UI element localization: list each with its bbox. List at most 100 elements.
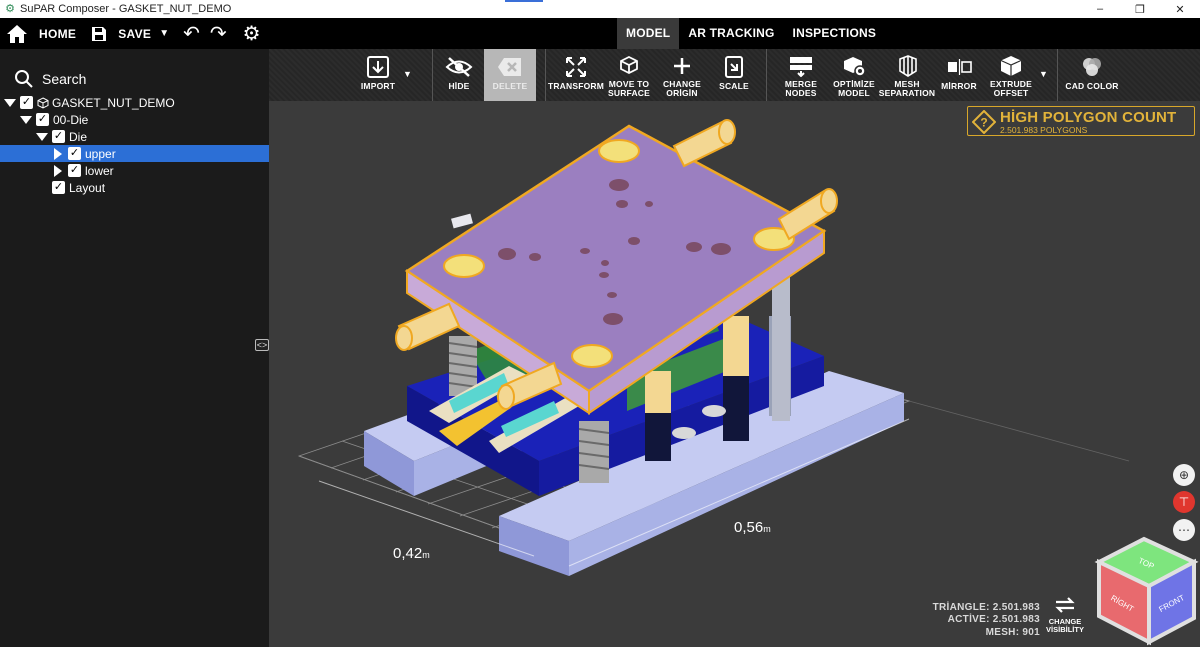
tree-item-gasket-nut-demo[interactable]: ✓ GASKET_NUT_DEMO: [0, 94, 269, 111]
snap-grid-button[interactable]: ⊕: [1173, 464, 1195, 486]
change-origin-button[interactable]: CHANGE ORİGİN: [658, 49, 706, 101]
die-model-render[interactable]: [269, 101, 1200, 647]
title-bar: ⚙ SuPAR Composer - GASKET_NUT_DEMO – ❐ ✕: [0, 0, 1200, 18]
visibility-checkbox[interactable]: ✓: [36, 113, 49, 126]
color-circles-icon: [1083, 58, 1101, 76]
visibility-checkbox[interactable]: ✓: [20, 96, 33, 109]
search-box[interactable]: Search: [14, 69, 86, 89]
scale-label: SCALE: [719, 81, 749, 91]
visibility-checkbox[interactable]: ✓: [52, 130, 65, 143]
import-button[interactable]: IMPORT: [357, 49, 399, 101]
move-to-surface-icon: [620, 55, 638, 75]
import-icon: [367, 56, 389, 78]
search-placeholder: Search: [42, 71, 87, 87]
visibility-checkbox[interactable]: ✓: [68, 147, 81, 160]
optimize-model-button[interactable]: OPTİMİZE MODEL: [829, 49, 879, 101]
expand-toggle-icon[interactable]: [4, 98, 16, 107]
minimize-button[interactable]: –: [1080, 0, 1120, 18]
save-label: SAVE: [118, 26, 152, 41]
model-toolbar: IMPORT ▼ HİDE DELETE TRANSFORM MOVE TO S…: [269, 49, 1200, 101]
view-cube[interactable]: TOP RİGHT FRONT: [1094, 534, 1200, 647]
tab-ar-tracking[interactable]: AR TRACKING: [679, 18, 783, 49]
tree-item-label: lower: [85, 163, 114, 178]
change-visibility-button[interactable]: CHANGE VİSİBİLİTY: [1041, 594, 1089, 634]
mesh-separation-button[interactable]: MESH SEPARATION: [879, 49, 935, 101]
swap-arrows-icon: [1055, 597, 1075, 613]
scene-tree-panel: Search ✓ GASKET_NUT_DEMO ✓ 00-Die ✓ Die …: [0, 49, 269, 647]
mirror-label: MİRROR: [941, 81, 977, 91]
plus-origin-icon: [674, 58, 690, 74]
model-cube-icon: [37, 96, 49, 109]
close-button[interactable]: ✕: [1160, 0, 1200, 18]
merge-nodes-label-2: NODES: [785, 88, 817, 98]
save-icon: [92, 26, 107, 41]
mesh-separation-icon: [899, 55, 917, 77]
extrude-cube-icon: [1000, 56, 1022, 76]
toolbar-divider: [545, 49, 546, 101]
extrude-dropdown-icon[interactable]: ▼: [1039, 69, 1048, 79]
warning-title: HİGH POLYGON COUNT: [1000, 109, 1177, 126]
optimize-model-label-2: MODEL: [838, 88, 870, 98]
dimension-depth-value: 0,42: [393, 545, 423, 562]
toolbar-divider: [1057, 49, 1058, 101]
dimension-depth-unit: m: [422, 550, 430, 560]
move-to-surface-label-2: SURFACE: [607, 88, 651, 98]
window-title: SuPAR Composer - GASKET_NUT_DEMO: [20, 3, 232, 15]
optimize-model-icon: [844, 57, 866, 77]
delete-icon: [498, 58, 521, 76]
visibility-checkbox[interactable]: ✓: [52, 181, 65, 194]
import-dropdown-icon[interactable]: ▼: [403, 69, 412, 79]
restore-button[interactable]: ❐: [1120, 0, 1160, 18]
warning-diamond-icon: ?: [972, 110, 996, 134]
hide-button[interactable]: HİDE: [437, 49, 481, 101]
transform-button[interactable]: TRANSFORM: [548, 49, 604, 101]
expand-toggle-icon[interactable]: [54, 147, 62, 160]
top-view-button[interactable]: ⊤: [1173, 491, 1195, 513]
tree-item-label: Layout: [69, 180, 106, 195]
save-dropdown-icon[interactable]: ▼: [159, 28, 169, 39]
delete-button[interactable]: DELETE: [484, 49, 536, 101]
tree-item-label: Die: [69, 129, 88, 144]
tree-item-layout[interactable]: ✓ Layout: [0, 179, 269, 196]
expand-toggle-icon[interactable]: [20, 115, 32, 124]
move-to-surface-button[interactable]: MOVE TO SURFACE: [605, 49, 653, 101]
visibility-checkbox[interactable]: ✓: [68, 164, 81, 177]
cad-color-button[interactable]: CAD COLOR: [1064, 49, 1120, 101]
tab-model[interactable]: MODEL: [617, 18, 680, 49]
cad-color-label: CAD COLOR: [1065, 81, 1119, 91]
toolbar-divider: [432, 49, 433, 101]
expand-toggle-icon[interactable]: [54, 164, 62, 177]
tree-item-die[interactable]: ✓ Die: [0, 128, 269, 145]
mirror-icon: [948, 59, 972, 75]
extrude-offset-button[interactable]: EXTRUDE OFFSET: [985, 49, 1037, 101]
expand-toggle-icon[interactable]: [36, 132, 48, 141]
top-menu-bar: HOME SAVE ▼ ↶ ↷ ⚙ MODEL AR TRACKING INSP…: [0, 18, 1200, 49]
dimension-width-label: 0,56m: [734, 519, 771, 536]
active-count: ACTİVE: 2.501.983: [947, 614, 1040, 625]
redo-icon[interactable]: ↷: [210, 21, 227, 46]
search-icon: [15, 70, 33, 88]
app-icon: ⚙: [5, 3, 15, 15]
save-button[interactable]: SAVE ▼: [76, 18, 169, 49]
undo-icon[interactable]: ↶: [183, 21, 200, 46]
3d-viewport[interactable]: ? HİGH POLYGON COUNT 2.501.983 POLYGONS …: [269, 101, 1200, 647]
dimension-width-value: 0,56: [734, 519, 764, 536]
hide-label: HİDE: [448, 81, 470, 91]
tree-item-upper[interactable]: ✓ upper: [0, 145, 269, 162]
settings-gear-icon[interactable]: ⚙: [243, 21, 261, 46]
mirror-button[interactable]: MİRROR: [937, 49, 981, 101]
dimension-depth-label: 0,42m: [393, 545, 430, 562]
home-label: HOME: [39, 26, 77, 41]
scale-button[interactable]: SCALE: [712, 49, 756, 101]
delete-label: DELETE: [492, 81, 528, 91]
tree-item-lower[interactable]: ✓ lower: [0, 162, 269, 179]
tree-item-00-die[interactable]: ✓ 00-Die: [0, 111, 269, 128]
title-accent: [505, 0, 543, 2]
merge-nodes-button[interactable]: MERGE NODES: [777, 49, 825, 101]
home-button[interactable]: HOME: [0, 18, 76, 49]
tab-inspections[interactable]: INSPECTIONS: [784, 18, 886, 49]
panel-collapse-handle[interactable]: <>: [255, 339, 269, 351]
tree-item-label: 00-Die: [53, 112, 89, 127]
mesh-count: MESH: 901: [985, 626, 1040, 638]
change-origin-label-2: ORİGİN: [666, 88, 698, 98]
